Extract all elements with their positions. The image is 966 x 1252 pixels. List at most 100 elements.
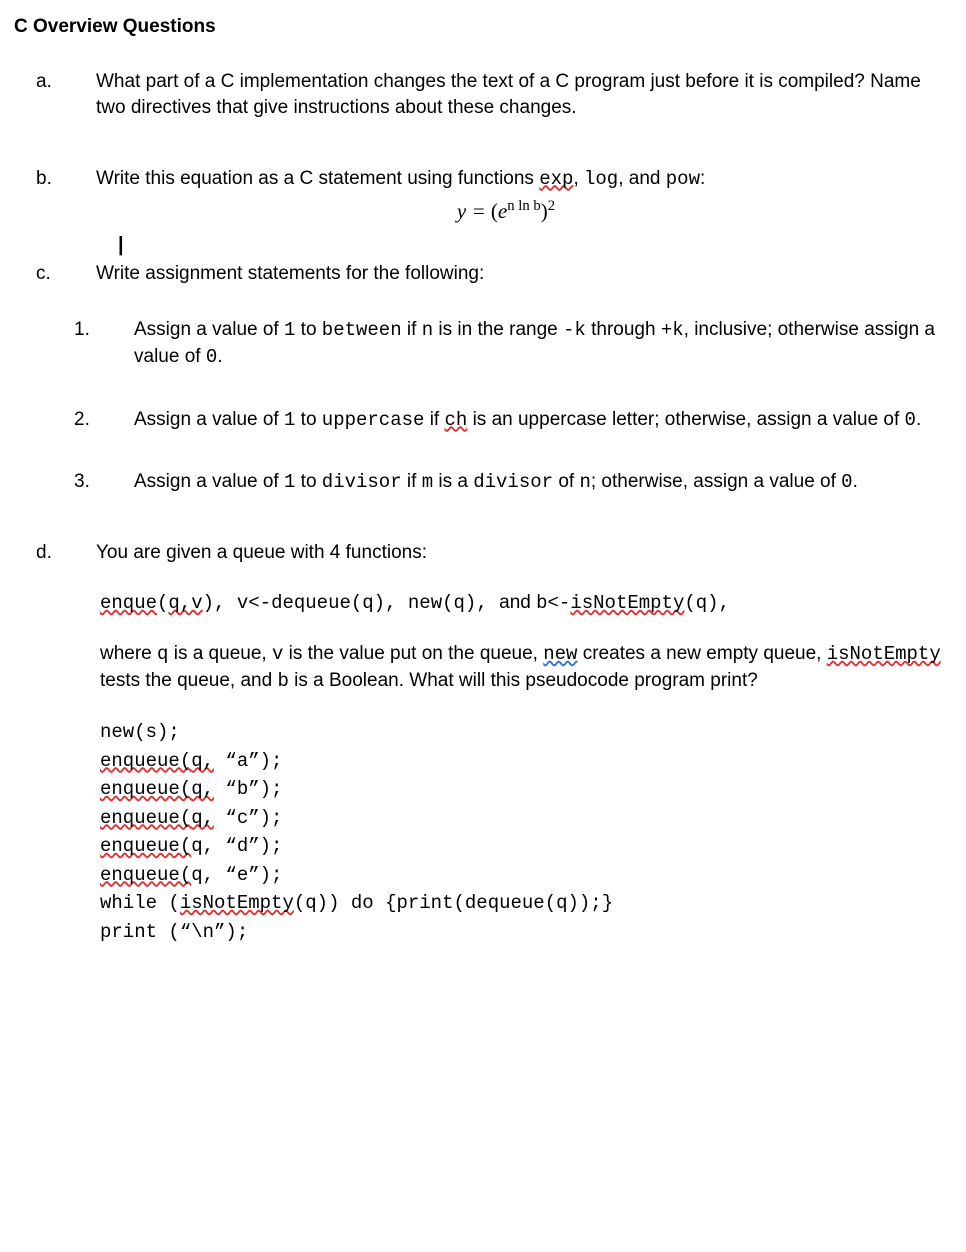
t: creates a new empty queue, — [577, 643, 826, 664]
text-a: What part of a C implementation changes … — [96, 71, 921, 119]
question-c2: 2.Assign a value of 1 to uppercase if ch… — [104, 407, 946, 434]
code-line: new(s); — [100, 718, 946, 747]
eq-n: n — [507, 198, 514, 214]
code-line: print (“\n”); — [100, 918, 946, 947]
code-pk: +k — [661, 319, 684, 341]
code-0: 0 — [206, 346, 217, 368]
d-paragraph: where q is a queue, v is the value put o… — [100, 641, 946, 694]
code-ch: ch — [444, 409, 467, 431]
code-line: enqueue(q, “c”); — [100, 804, 946, 833]
code-q: q, — [191, 835, 214, 857]
eq-ln: ln — [515, 198, 534, 214]
colon: : — [700, 168, 705, 189]
code-new: new — [543, 643, 577, 665]
eq-b: b — [533, 198, 540, 214]
code-isnotempty: isNotEmpty — [570, 592, 684, 614]
question-c3: 3.Assign a value of 1 to divisor if m is… — [104, 469, 946, 496]
code-qv: q,v — [168, 592, 202, 614]
code-0: 0 — [841, 471, 852, 493]
code-1: 1 — [284, 409, 295, 431]
code-enqueue: enqueue( — [100, 835, 191, 857]
t: is an uppercase letter; otherwise, assig… — [467, 409, 904, 430]
code-enque: enque — [100, 592, 157, 614]
code-enqueue: enqueue( — [100, 750, 191, 772]
code-pow: pow — [666, 168, 700, 190]
code-uppercase: uppercase — [322, 409, 425, 431]
code-newq: new(q) — [408, 592, 476, 614]
code-v: v — [272, 643, 283, 665]
t: of — [553, 471, 579, 492]
question-b: b.Write this equation as a C statement u… — [66, 166, 946, 255]
marker-d: d. — [66, 540, 92, 567]
t: . — [916, 409, 921, 430]
text-c: Write assignment statements for the foll… — [96, 263, 484, 284]
code-line: enqueue(q, “e”); — [100, 861, 946, 890]
t: “b”); — [214, 778, 282, 800]
code-divisor: divisor — [322, 471, 402, 493]
t: and — [499, 592, 536, 613]
t: through — [586, 319, 661, 340]
t: , — [476, 592, 499, 614]
code-enqueue: enqueue( — [100, 864, 191, 886]
code-vdeq: v<-dequeue(q) — [237, 592, 385, 614]
t: Assign a value of — [134, 409, 284, 430]
code-1: 1 — [284, 471, 295, 493]
t: “a”); — [214, 750, 282, 772]
t: is a — [433, 471, 473, 492]
eq-lhs: y = — [457, 199, 491, 223]
code-q: q — [157, 643, 168, 665]
d-functions: enque(q,v), v<-dequeue(q), new(q), and b… — [100, 590, 946, 617]
t: if — [402, 471, 422, 492]
equation: y = (en ln b)2 — [66, 196, 946, 226]
code-b: b — [277, 670, 288, 692]
marker-b: b. — [66, 166, 92, 193]
sep: , and — [618, 168, 666, 189]
t: (q) — [684, 592, 718, 614]
text-b-1: Write this equation as a C statement usi… — [96, 168, 539, 189]
t: to — [295, 319, 321, 340]
t: , — [385, 592, 408, 614]
marker-c: c. — [66, 261, 92, 288]
question-c: c.Write assignment statements for the fo… — [66, 261, 946, 288]
code-divisor: divisor — [473, 471, 553, 493]
sep: , — [573, 168, 584, 189]
t: , — [214, 592, 237, 614]
t: “e”); — [214, 864, 282, 886]
code-enqueue: enqueue( — [100, 778, 191, 800]
code-q: q, — [191, 807, 214, 829]
t: while ( — [100, 892, 180, 914]
text-d: You are given a queue with 4 functions: — [96, 542, 427, 563]
code-between: between — [322, 319, 402, 341]
code-line: enqueue(q, “a”); — [100, 747, 946, 776]
marker-c1: 1. — [104, 317, 130, 344]
t: ( — [157, 592, 168, 614]
question-d: d.You are given a queue with 4 functions… — [66, 540, 946, 567]
code-isnotempty: isNotEmpty — [180, 892, 294, 914]
t: , — [719, 592, 730, 614]
code-q: q, — [191, 750, 214, 772]
question-c1: 1.Assign a value of 1 to between if n is… — [104, 317, 946, 370]
t: ; otherwise, assign a value of — [591, 471, 841, 492]
t: if — [424, 409, 444, 430]
code-n: n — [579, 471, 590, 493]
marker-a: a. — [66, 69, 92, 96]
code-isnotempty: isNotEmpty — [827, 643, 941, 665]
t: ) — [203, 592, 214, 614]
pseudocode-block: new(s); enqueue(q, “a”); enqueue(q, “b”)… — [100, 718, 946, 946]
t: to — [295, 471, 321, 492]
code-log: log — [584, 168, 618, 190]
t: tests the queue, and — [100, 670, 277, 691]
code-n: n — [422, 319, 433, 341]
t: if — [402, 319, 422, 340]
eq-e: e — [498, 199, 507, 223]
t: is a queue, — [168, 643, 272, 664]
code-m: m — [422, 471, 433, 493]
code-line: enqueue(q, “d”); — [100, 832, 946, 861]
code-1: 1 — [284, 319, 295, 341]
t: Assign a value of — [134, 471, 284, 492]
code-q: q, — [191, 778, 214, 800]
t: “c”); — [214, 807, 282, 829]
eq-rp: ) — [541, 199, 548, 223]
t: is in the range — [433, 319, 563, 340]
eq-sq: 2 — [548, 198, 555, 214]
